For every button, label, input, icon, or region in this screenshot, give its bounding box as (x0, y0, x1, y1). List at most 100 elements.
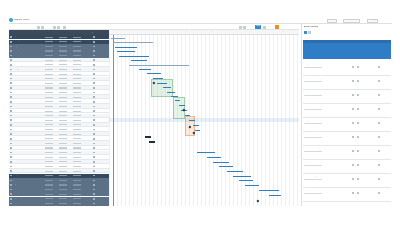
row-expand-icon[interactable] (10, 64, 12, 66)
zoom-icon[interactable] (63, 25, 66, 29)
undo-icon[interactable] (37, 25, 40, 29)
edit-icon[interactable] (352, 94, 354, 96)
row-expand-icon[interactable] (10, 36, 12, 38)
row-expand-icon[interactable] (10, 114, 12, 117)
task-bar[interactable] (233, 176, 251, 178)
settings-icon[interactable] (263, 25, 266, 29)
panel-item-title[interactable]: 5 Integration Testing (304, 120, 317, 122)
row-expand-icon[interactable] (10, 156, 12, 158)
task-bar[interactable] (195, 130, 200, 132)
task-bar[interactable] (259, 190, 279, 192)
more-icon[interactable] (378, 136, 380, 138)
top-link-planner[interactable]: Planner (327, 18, 338, 23)
comment-icon[interactable] (357, 192, 359, 194)
more-icon[interactable] (378, 192, 380, 194)
row-expand-icon[interactable] (10, 179, 12, 182)
more-icon[interactable] (378, 150, 380, 152)
edit-icon[interactable] (352, 164, 354, 166)
panel-item-title[interactable]: 2 Requirements Gathering (304, 78, 322, 80)
more-icon[interactable] (378, 164, 380, 166)
task-bar[interactable] (149, 141, 155, 143)
task-bar[interactable] (131, 60, 147, 62)
panel-item-title[interactable]: 1 Project Setup Phase (304, 64, 319, 66)
row-expand-icon[interactable] (10, 188, 12, 191)
view-select[interactable]: Details view ▾ (10, 26, 21, 28)
col-duration[interactable]: Dur. (73, 32, 76, 34)
comment-icon[interactable] (357, 94, 359, 96)
more-icon[interactable] (378, 94, 380, 96)
row-expand-icon[interactable] (10, 193, 12, 195)
task-bar[interactable] (139, 69, 151, 71)
row-expand-icon[interactable] (10, 110, 12, 112)
comment-icon[interactable] (357, 108, 359, 110)
task-bar[interactable] (153, 78, 163, 80)
row-expand-icon[interactable] (10, 100, 12, 103)
row-expand-icon[interactable] (10, 45, 12, 48)
grid-row[interactable]: Deploy (9, 201, 109, 206)
row-expand-icon[interactable] (10, 73, 12, 75)
top-link-landscape[interactable]: Landscape Tools (343, 18, 361, 23)
app-title[interactable]: Ganttic View ↓ (14, 19, 31, 22)
row-expand-icon[interactable] (10, 165, 12, 168)
edit-icon[interactable] (352, 150, 354, 152)
edit-icon[interactable] (352, 80, 354, 82)
edit-icon[interactable] (352, 136, 354, 138)
panel-item-title[interactable]: 7 Final Review Meeting (304, 148, 320, 150)
today-button[interactable]: Today (255, 25, 261, 29)
task-bar[interactable] (117, 51, 135, 53)
row-expand-icon[interactable] (10, 54, 12, 57)
comment-icon[interactable] (357, 66, 359, 68)
row-expand-icon[interactable] (10, 77, 12, 80)
task-bar[interactable] (129, 65, 189, 66)
task-bar[interactable] (269, 195, 281, 197)
panel-item-title[interactable]: 6 Release Preparation (304, 134, 319, 136)
summary-card[interactable]: 0% (303, 43, 391, 59)
comment-icon[interactable] (357, 178, 359, 180)
task-bar[interactable] (115, 47, 137, 49)
task-bar[interactable] (245, 185, 259, 187)
col-name[interactable]: Name (11, 32, 16, 34)
more-icon[interactable] (378, 122, 380, 124)
expand-icon[interactable] (243, 25, 246, 29)
comment-icon[interactable] (357, 80, 359, 82)
task-bar[interactable] (145, 136, 151, 138)
row-expand-icon[interactable] (10, 124, 12, 126)
row-expand-icon[interactable] (10, 142, 12, 145)
panel-item-title[interactable]: 4 Implementation Work (304, 106, 319, 108)
task-bar[interactable] (147, 73, 161, 75)
row-expand-icon[interactable] (10, 68, 12, 71)
row-expand-icon[interactable] (10, 96, 12, 98)
edit-icon[interactable] (352, 66, 354, 68)
row-expand-icon[interactable] (10, 174, 12, 177)
alert-button[interactable] (275, 25, 279, 29)
add-icon[interactable] (304, 31, 307, 34)
more-icon[interactable] (378, 108, 380, 110)
link-icon[interactable] (239, 25, 242, 29)
milestone-icon[interactable] (256, 199, 260, 203)
more-icon[interactable] (378, 66, 380, 68)
comment-icon[interactable] (357, 122, 359, 124)
task-bar[interactable] (227, 171, 243, 173)
edit-icon[interactable] (352, 178, 354, 180)
row-expand-icon[interactable] (10, 128, 12, 131)
panel-item-title[interactable]: 8 Deployment Window (304, 162, 319, 164)
task-bar[interactable] (167, 92, 175, 94)
row-expand-icon[interactable] (10, 105, 12, 108)
row-expand-icon[interactable] (10, 87, 12, 89)
redo-icon[interactable] (41, 25, 44, 29)
panel-item-title[interactable]: 3 Design Phase Review (304, 92, 320, 94)
task-bar[interactable] (193, 125, 199, 127)
comment-icon[interactable] (357, 136, 359, 138)
edit-icon[interactable] (352, 122, 354, 124)
row-expand-icon[interactable] (10, 137, 12, 140)
row-expand-icon[interactable] (10, 91, 12, 94)
col-end[interactable]: End (59, 32, 62, 34)
row-expand-icon[interactable] (10, 170, 12, 172)
row-expand-icon[interactable] (10, 202, 12, 205)
row-expand-icon[interactable] (10, 197, 12, 200)
row-expand-icon[interactable] (10, 119, 12, 122)
comment-icon[interactable] (357, 164, 359, 166)
panel-item-title[interactable]: 9 Post Launch Support (304, 176, 319, 178)
col-start[interactable]: Start (45, 32, 49, 34)
row-expand-icon[interactable] (10, 147, 12, 149)
